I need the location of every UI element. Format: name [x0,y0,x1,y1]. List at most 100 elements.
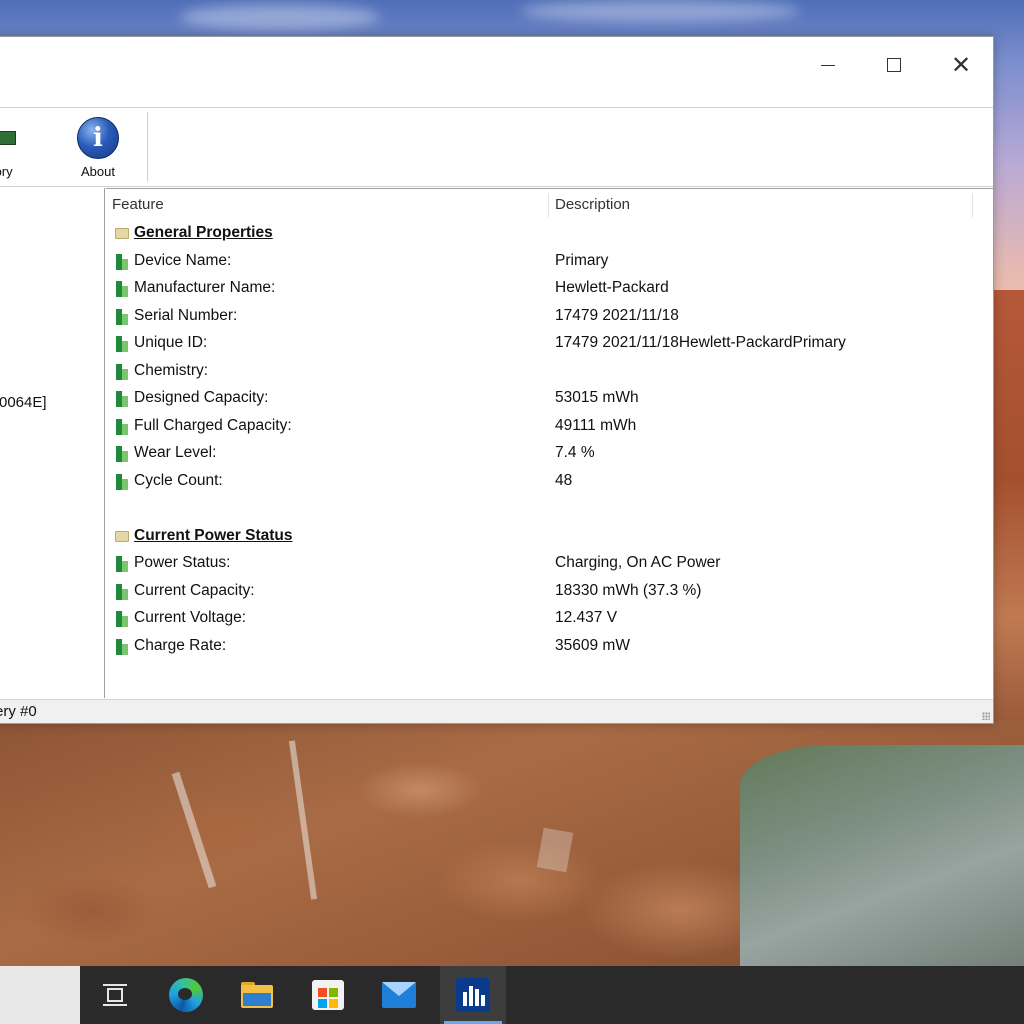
row-feature: Chemistry: [134,361,209,379]
row-description: Charging, On AC Power [555,554,721,571]
group-folder-icon [115,530,129,542]
row-description: Hewlett-Packard [555,279,669,296]
wallpaper-cloud [180,4,380,30]
table-row[interactable]: Cycle Count: 48 [106,468,993,495]
row-description: 48 [555,471,573,489]
column-header-description[interactable]: Description [555,196,630,213]
table-row[interactable]: Chemistry: [106,358,993,385]
row-feature: Manufacturer Name: [134,279,276,296]
row-feature: Charge Rate: [134,636,227,654]
table-row[interactable]: Charge Rate: 35609 mW [106,633,993,660]
file-explorer-icon [241,982,273,1008]
row-feature: Designed Capacity: [134,389,269,406]
toolbar: nory i About [0,107,993,187]
row-description: Primary [555,251,609,269]
battery-icon [116,281,128,297]
battery-icon [116,473,128,490]
column-divider[interactable] [548,193,549,217]
toolbar-separator [147,112,148,182]
taskbar-edge-button[interactable] [157,966,215,1024]
row-description: 7.4 % [555,444,595,461]
battery-icon [116,253,128,270]
table-row[interactable]: Unique ID: 17479 2021/11/18Hewlett-Packa… [106,330,993,357]
status-text: ery #0 [0,703,37,720]
group-header-general-properties[interactable]: General Properties [106,220,993,247]
battery-icon [116,363,128,380]
battery-icon [116,556,128,572]
battery-icon [116,583,128,600]
about-button[interactable]: i About [73,116,123,182]
microsoft-store-icon [312,980,344,1010]
memory-label: nory [0,164,13,179]
row-description: 49111 mWh [555,416,637,434]
table-row[interactable]: Current Voltage: 12.437 V [106,605,993,632]
taskbar-batteryinfoview-button[interactable] [440,966,506,1024]
wallpaper-rock-right [990,290,1024,760]
row-feature: Wear Level: [134,444,217,461]
battery-icon [116,611,128,627]
minimize-button[interactable] [805,43,851,87]
close-icon: ✕ [950,51,972,79]
battery-icon [116,446,128,462]
title-bar[interactable]: ✕ [0,37,993,107]
maximize-icon [887,58,901,72]
status-bar: ery #0 [0,699,993,723]
table-row[interactable]: Device Name: Primary [106,248,993,275]
group-folder-icon [115,228,129,239]
row-description: 12.437 V [555,609,618,626]
minimize-icon [821,64,835,66]
group-header-current-power-status[interactable]: Current Power Status [106,523,993,550]
taskbar-file-explorer-button[interactable] [228,966,286,1024]
battery-icon [116,308,128,325]
table-row[interactable]: Power Status: Charging, On AC Power [106,550,993,577]
list-header: Feature Description [106,189,993,219]
table-row[interactable]: Designed Capacity: 53015 mWh [106,385,993,412]
batteryinfoview-icon [456,978,490,1012]
row-feature: Serial Number: [134,306,238,324]
row-feature: Cycle Count: [134,471,223,489]
row-feature: Power Status: [134,554,231,571]
row-feature: Full Charged Capacity: [134,416,292,434]
table-row[interactable]: Wear Level: 7.4 % [106,440,993,467]
about-label: About [81,164,115,179]
device-tree[interactable]: 0064E] [0,188,105,698]
edge-icon [169,978,203,1012]
properties-list[interactable]: Feature Description General Properties D… [106,188,993,698]
task-view-icon [103,984,127,1006]
row-feature: Device Name: [134,251,232,269]
app-window: ✕ nory i About 0064E] Feature Descriptio… [0,36,994,724]
row-feature: Unique ID: [134,334,208,351]
row-description: 17479 2021/11/18 [555,306,679,324]
taskbar-mail-button[interactable] [370,966,428,1024]
row-feature: Current Voltage: [134,609,247,626]
battery-icon [116,391,128,407]
taskbar-store-button[interactable] [299,966,357,1024]
row-description: 35609 mW [555,636,630,654]
table-row[interactable]: Full Charged Capacity: 49111 mWh [106,413,993,440]
wallpaper-water [740,745,1024,975]
row-description: 17479 2021/11/18Hewlett-PackardPrimary [555,334,846,351]
memory-chip-icon [0,131,16,145]
battery-icon [116,638,128,655]
group-title: General Properties [134,224,273,241]
resize-grip-icon[interactable] [982,712,990,720]
row-feature: Current Capacity: [134,581,255,599]
tree-item-battery[interactable]: 0064E] [0,394,47,411]
wallpaper-cloud [520,0,800,22]
row-description: 53015 mWh [555,389,639,406]
group-title: Current Power Status [134,526,293,544]
battery-icon [116,336,128,352]
column-header-feature[interactable]: Feature [112,196,164,213]
table-row[interactable]: Serial Number: 17479 2021/11/18 [106,303,993,330]
info-icon: i [77,117,119,159]
table-row[interactable]: Current Capacity: 18330 mWh (37.3 %) [106,578,993,605]
maximize-button[interactable] [871,43,917,87]
task-view-button[interactable] [86,966,144,1024]
mail-icon [382,982,416,1008]
column-divider[interactable] [972,193,973,217]
table-row[interactable]: Manufacturer Name: Hewlett-Packard [106,275,993,302]
close-button[interactable]: ✕ [938,43,984,87]
battery-icon [116,418,128,435]
memory-button[interactable]: nory [0,116,25,182]
taskbar-search-area[interactable] [0,966,80,1024]
